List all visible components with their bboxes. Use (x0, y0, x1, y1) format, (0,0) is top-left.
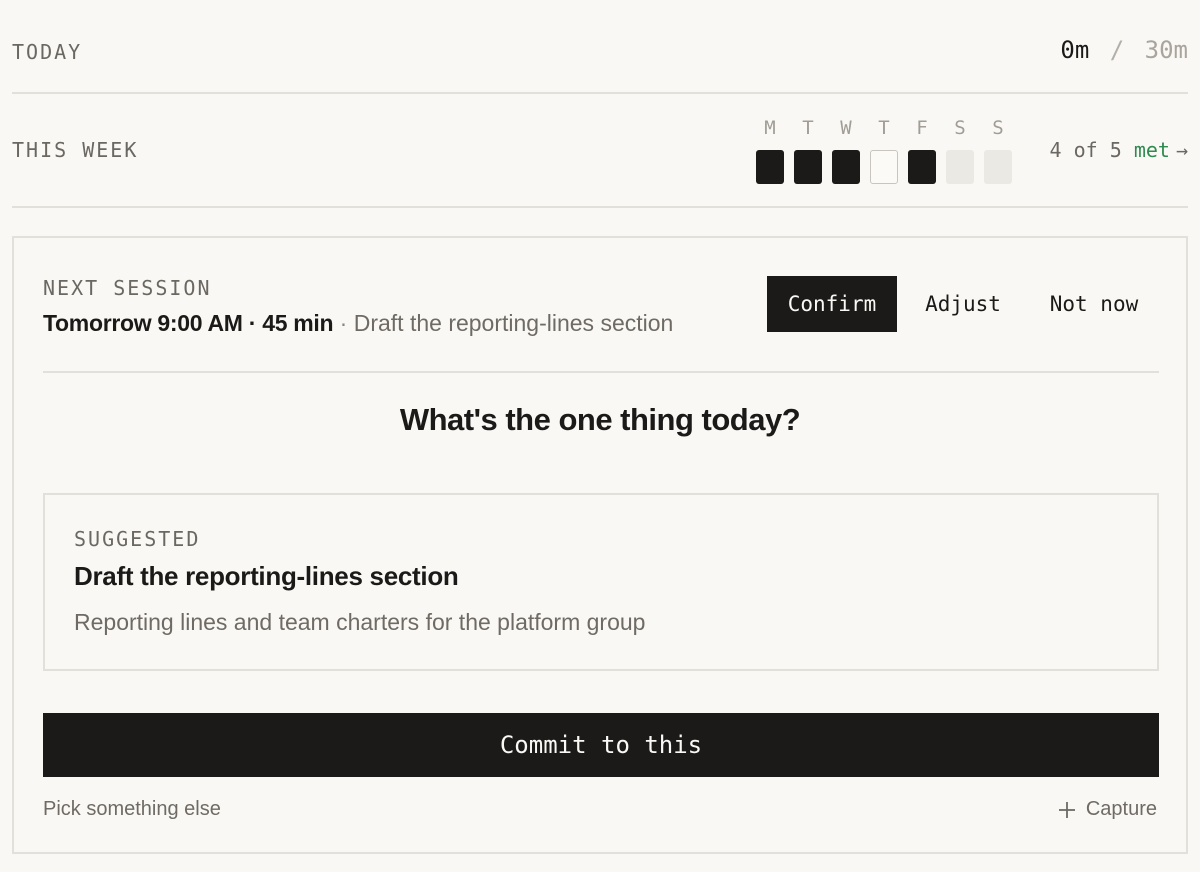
today-row: TODAY 0m / 30m (12, 0, 1188, 94)
capture-label: Capture (1085, 798, 1157, 820)
day-monday: M (756, 116, 784, 184)
session-actions: Confirm Adjust Not now (767, 276, 1159, 332)
day-friday: F (908, 116, 936, 184)
day-letter: F (916, 117, 928, 139)
day-letter: W (840, 117, 852, 139)
day-status-met (794, 150, 822, 184)
week-summary-link[interactable]: 4 of 5 met → (1050, 138, 1188, 162)
suggested-label: SUGGESTED (74, 527, 201, 551)
plus-icon (1058, 801, 1075, 818)
capture-button[interactable]: Capture (1058, 798, 1157, 821)
day-letter: T (802, 117, 814, 139)
day-letter: S (992, 117, 1004, 139)
arrow-right-icon: → (1175, 138, 1188, 162)
day-thursday: T (870, 116, 898, 184)
day-saturday: S (946, 116, 974, 184)
not-now-button[interactable]: Not now (1029, 276, 1159, 332)
today-progress: 0m / 30m (1060, 36, 1188, 64)
day-letter: T (878, 117, 890, 139)
day-letter: M (764, 117, 776, 139)
next-session-details: Tomorrow 9:00 AM · 45 min · Draft the re… (43, 310, 673, 337)
day-status-met (832, 150, 860, 184)
day-status-future (946, 150, 974, 184)
today-current-time: 0m (1060, 36, 1090, 64)
commit-button[interactable]: Commit to this (43, 713, 1159, 777)
divider (43, 371, 1159, 373)
week-summary-met: met (1133, 138, 1170, 162)
pick-something-else-link[interactable]: Pick something else (43, 798, 221, 821)
next-session-separator: · (333, 310, 354, 336)
day-wednesday: W (832, 116, 860, 184)
day-letter: S (954, 117, 966, 139)
day-status-future (984, 150, 1012, 184)
next-session-task: Draft the reporting-lines section (353, 310, 674, 336)
session-card: NEXT SESSION Tomorrow 9:00 AM · 45 min ·… (12, 236, 1188, 854)
suggested-description: Reporting lines and team charters for th… (74, 609, 646, 635)
one-thing-question: What's the one thing today? (399, 402, 801, 437)
suggested-title: Draft the reporting-lines section (74, 561, 459, 591)
week-label: THIS WEEK (12, 138, 139, 162)
today-label: TODAY (12, 40, 83, 64)
week-summary-count: 4 of 5 (1049, 138, 1134, 162)
next-session-label: NEXT SESSION (43, 276, 212, 300)
day-sunday: S (984, 116, 1012, 184)
today-goal-time: 30m (1144, 36, 1188, 64)
week-row: THIS WEEK M T W T F S S 4 of 5 met → (12, 94, 1188, 208)
day-status-met (908, 150, 936, 184)
day-status-missed (870, 150, 898, 184)
today-separator: / (1109, 36, 1125, 64)
confirm-button[interactable]: Confirm (767, 276, 897, 332)
next-session-when: Tomorrow 9:00 AM · 45 min (43, 310, 334, 336)
week-days: M T W T F S S (756, 116, 1022, 184)
day-status-met (756, 150, 784, 184)
adjust-button[interactable]: Adjust (897, 276, 1029, 332)
day-tuesday: T (794, 116, 822, 184)
suggested-task-card[interactable]: SUGGESTED Draft the reporting-lines sect… (43, 493, 1159, 671)
